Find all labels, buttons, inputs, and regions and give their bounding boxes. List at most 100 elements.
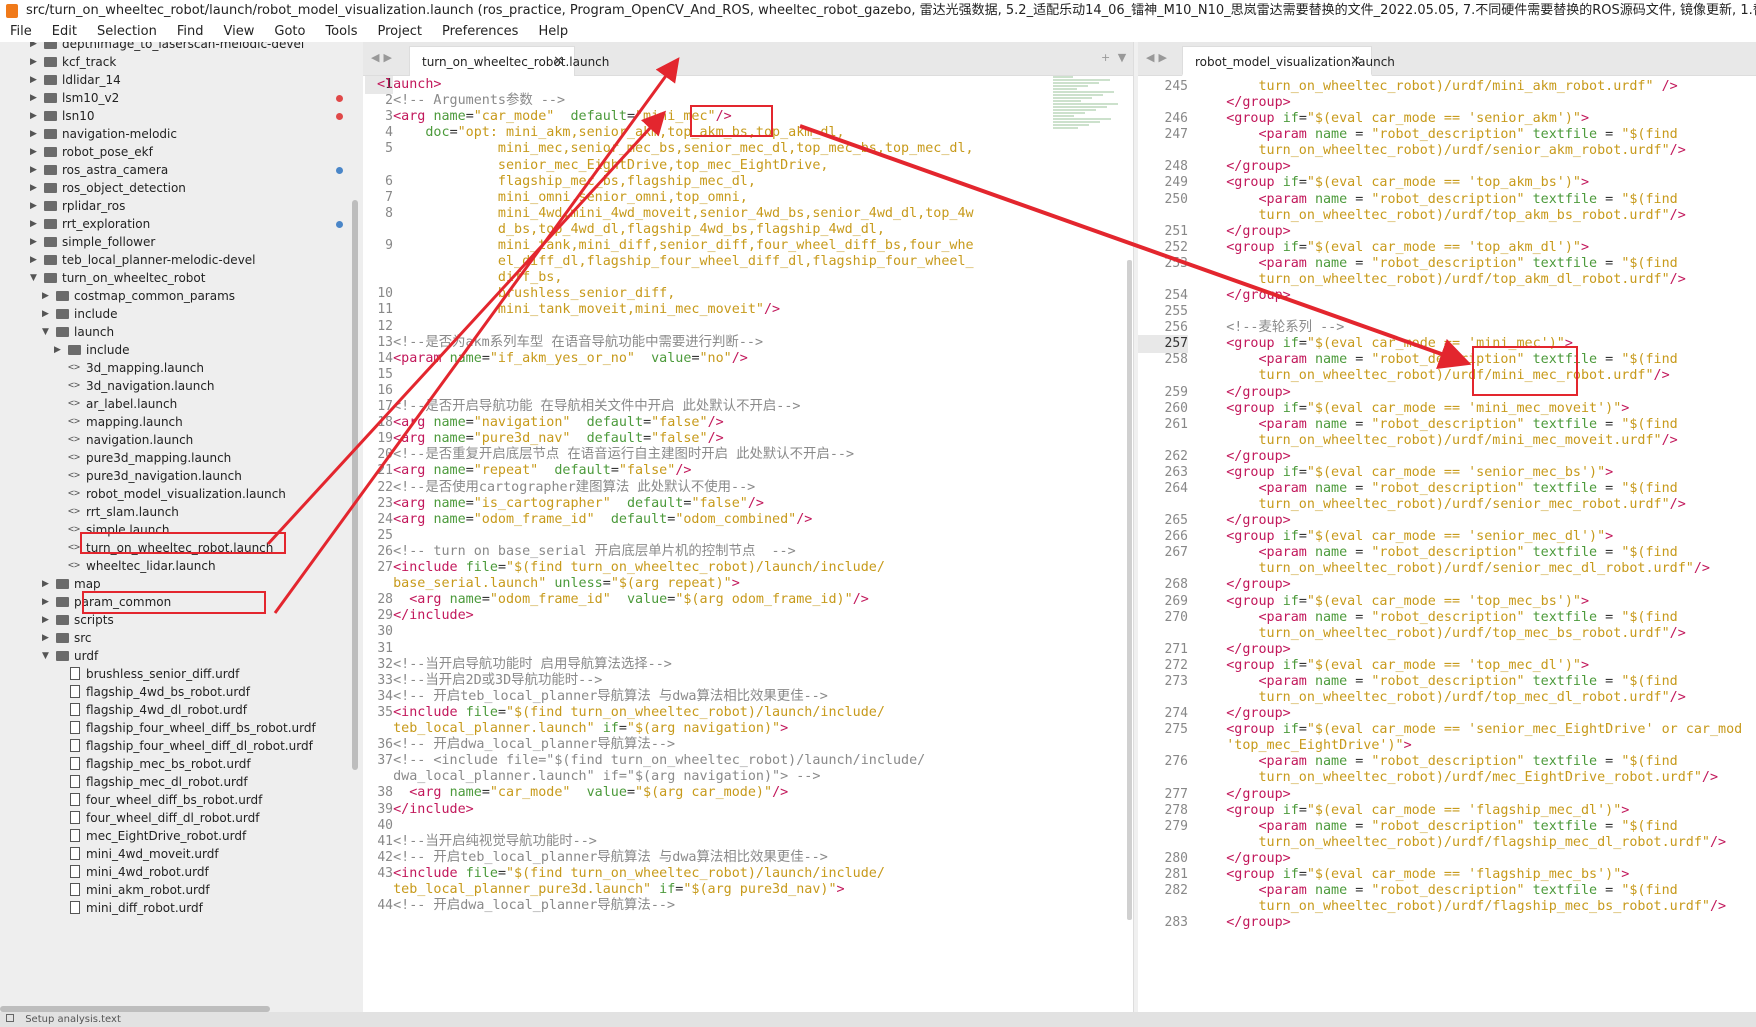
close-tab-icon[interactable]: ✕ bbox=[553, 47, 564, 77]
menu-selection[interactable]: Selection bbox=[97, 22, 157, 42]
chevron-right-icon[interactable]: ▶ bbox=[30, 52, 37, 72]
code-line[interactable]: </group> bbox=[1194, 287, 1291, 305]
sidebar-item[interactable]: ▼ launch bbox=[0, 322, 363, 342]
chevron-down-icon[interactable]: ▼ bbox=[42, 646, 49, 666]
sidebar-item[interactable]: flagship_4wd_dl_robot.urdf bbox=[0, 700, 363, 720]
sidebar-item[interactable]: <> 3d_mapping.launch bbox=[0, 358, 363, 378]
code-line[interactable]: <param name="if_akm_yes_or_no" value="no… bbox=[377, 350, 748, 368]
code-line[interactable]: </group> bbox=[1194, 914, 1291, 932]
chevron-right-icon[interactable]: ▶ bbox=[30, 196, 37, 216]
sidebar-item[interactable]: ▶ navigation-melodic bbox=[0, 124, 363, 144]
sidebar-item[interactable]: ▶ rplidar_ros bbox=[0, 196, 363, 216]
chevron-right-icon[interactable]: ▶ bbox=[42, 628, 49, 648]
chevron-right-icon[interactable]: ▶ bbox=[30, 88, 37, 108]
sidebar-item[interactable]: ▼ turn_on_wheeltec_robot bbox=[0, 268, 363, 288]
sidebar-item[interactable]: ▶ kcf_track bbox=[0, 52, 363, 72]
menu-project[interactable]: Project bbox=[377, 22, 421, 42]
sidebar-item[interactable]: flagship_four_wheel_diff_bs_robot.urdf bbox=[0, 718, 363, 738]
chevron-right-icon[interactable]: ▶ bbox=[54, 340, 61, 360]
sidebar-item[interactable]: <> navigation.launch bbox=[0, 430, 363, 450]
menu-view[interactable]: View bbox=[224, 22, 255, 42]
sidebar-item[interactable]: ▶ robot_pose_ekf bbox=[0, 142, 363, 162]
sidebar-item[interactable]: ▶ teb_local_planner-melodic-devel bbox=[0, 250, 363, 270]
sidebar-item[interactable]: mini_4wd_robot.urdf bbox=[0, 862, 363, 882]
minimap-line bbox=[1053, 118, 1111, 120]
chevron-right-icon[interactable]: ▶ bbox=[30, 124, 37, 144]
left-editor-scrollbar[interactable] bbox=[1127, 260, 1132, 920]
chevron-down-icon[interactable]: ▼ bbox=[30, 268, 37, 288]
left-minimap[interactable] bbox=[1053, 76, 1123, 136]
sidebar-item[interactable]: flagship_4wd_bs_robot.urdf bbox=[0, 682, 363, 702]
code-file-icon: <> bbox=[68, 488, 81, 499]
chevron-right-icon[interactable]: ▶ bbox=[30, 232, 37, 252]
sidebar-item-label: flagship_mec_dl_robot.urdf bbox=[86, 775, 248, 789]
chevron-right-icon[interactable]: ▶ bbox=[30, 214, 37, 234]
chevron-right-icon[interactable]: ▶ bbox=[30, 142, 37, 162]
tab-label: robot_model_visualization.launch bbox=[1195, 55, 1395, 69]
sidebar-item[interactable]: ▶ include bbox=[0, 340, 363, 360]
tab-add-dropdown-icon[interactable]: + ▼ bbox=[1101, 51, 1128, 64]
menu-edit[interactable]: Edit bbox=[52, 22, 77, 42]
sidebar-item[interactable]: ▶ simple_follower bbox=[0, 232, 363, 252]
sidebar-item[interactable]: <> wheeltec_lidar.launch bbox=[0, 556, 363, 576]
code-line[interactable]: mini_tank_moveit,mini_mec_moveit"/> bbox=[377, 301, 780, 319]
tab-robot-model-visualization-launch[interactable]: robot_model_visualization.launch ✕ bbox=[1182, 46, 1395, 77]
sidebar-item[interactable]: four_wheel_diff_bs_robot.urdf bbox=[0, 790, 363, 810]
menu-help[interactable]: Help bbox=[538, 22, 568, 42]
sidebar-item[interactable]: mini_diff_robot.urdf bbox=[0, 898, 363, 918]
chevron-right-icon[interactable]: ▶ bbox=[42, 286, 49, 306]
sidebar-item[interactable]: ▶ src bbox=[0, 628, 363, 648]
chevron-right-icon[interactable]: ▶ bbox=[30, 70, 37, 90]
sidebar-item[interactable]: mini_akm_robot.urdf bbox=[0, 880, 363, 900]
code-line[interactable]: <!-- 开启dwa_local_planner导航算法--> bbox=[377, 897, 675, 915]
chevron-right-icon[interactable]: ▶ bbox=[42, 304, 49, 324]
sidebar-item[interactable]: ▶ ros_astra_camera bbox=[0, 160, 363, 180]
sidebar-item[interactable]: <> 3d_navigation.launch bbox=[0, 376, 363, 396]
tab-turn-on-wheeltec-robot-launch[interactable]: turn_on_wheeltec_robot.launch ✕ bbox=[409, 46, 609, 77]
sidebar-item[interactable]: ▶ ldlidar_14 bbox=[0, 70, 363, 90]
sidebar-item[interactable]: flagship_four_wheel_diff_dl_robot.urdf bbox=[0, 736, 363, 756]
close-tab-icon[interactable]: ✕ bbox=[1350, 47, 1361, 77]
code-line[interactable]: <arg name="odom_frame_id" default="odom_… bbox=[377, 511, 812, 529]
sidebar-item[interactable]: brushless_senior_diff.urdf bbox=[0, 664, 363, 684]
sidebar-item[interactable]: four_wheel_diff_dl_robot.urdf bbox=[0, 808, 363, 828]
sidebar-item-label: brushless_senior_diff.urdf bbox=[86, 667, 240, 681]
menu-preferences[interactable]: Preferences bbox=[442, 22, 518, 42]
sidebar-item[interactable]: <> rrt_slam.launch bbox=[0, 502, 363, 522]
sidebar-item[interactable]: <> robot_model_visualization.launch bbox=[0, 484, 363, 504]
chevron-right-icon[interactable]: ▶ bbox=[30, 250, 37, 270]
sidebar-item[interactable]: <> mapping.launch bbox=[0, 412, 363, 432]
chevron-right-icon[interactable]: ▶ bbox=[42, 574, 49, 594]
sidebar-item[interactable]: ▶ lsm10_v2 bbox=[0, 88, 363, 108]
menu-tools[interactable]: Tools bbox=[325, 22, 357, 42]
tab-nav-arrows-icon[interactable]: ◀▶ bbox=[1146, 51, 1171, 64]
sidebar-item[interactable]: ▶ costmap_common_params bbox=[0, 286, 363, 306]
sidebar-item[interactable]: ▼ urdf bbox=[0, 646, 363, 666]
sidebar-item[interactable]: mec_EightDrive_robot.urdf bbox=[0, 826, 363, 846]
sidebar-item[interactable]: <> ar_label.launch bbox=[0, 394, 363, 414]
tab-nav-arrows-icon[interactable]: ◀▶ bbox=[371, 51, 396, 64]
sidebar-item[interactable]: ▶ lsn10 bbox=[0, 106, 363, 126]
sidebar-item[interactable]: ▶ rrt_exploration bbox=[0, 214, 363, 234]
sidebar-item-label: teb_local_planner-melodic-devel bbox=[62, 253, 256, 267]
chevron-right-icon[interactable]: ▶ bbox=[42, 592, 49, 612]
sidebar-item-label: turn_on_wheeltec_robot bbox=[62, 271, 206, 285]
menu-find[interactable]: Find bbox=[177, 22, 204, 42]
sidebar-item[interactable]: <> pure3d_mapping.launch bbox=[0, 448, 363, 468]
sidebar-item[interactable]: ▶ ros_object_detection bbox=[0, 178, 363, 198]
chevron-down-icon[interactable]: ▼ bbox=[42, 322, 49, 342]
chevron-right-icon[interactable]: ▶ bbox=[42, 610, 49, 630]
file-icon bbox=[70, 775, 80, 788]
chevron-right-icon[interactable]: ▶ bbox=[30, 178, 37, 198]
chevron-right-icon[interactable]: ▶ bbox=[30, 160, 37, 180]
sidebar-item[interactable]: mini_4wd_moveit.urdf bbox=[0, 844, 363, 864]
code-file-icon: <> bbox=[68, 506, 81, 517]
sidebar-item[interactable]: flagship_mec_bs_robot.urdf bbox=[0, 754, 363, 774]
menu-goto[interactable]: Goto bbox=[274, 22, 305, 42]
menu-file[interactable]: File bbox=[10, 22, 32, 42]
sidebar-scrollbar[interactable] bbox=[352, 200, 358, 770]
sidebar-item[interactable]: ▶ include bbox=[0, 304, 363, 324]
chevron-right-icon[interactable]: ▶ bbox=[30, 106, 37, 126]
sidebar-item[interactable]: <> pure3d_navigation.launch bbox=[0, 466, 363, 486]
sidebar-item[interactable]: flagship_mec_dl_robot.urdf bbox=[0, 772, 363, 792]
